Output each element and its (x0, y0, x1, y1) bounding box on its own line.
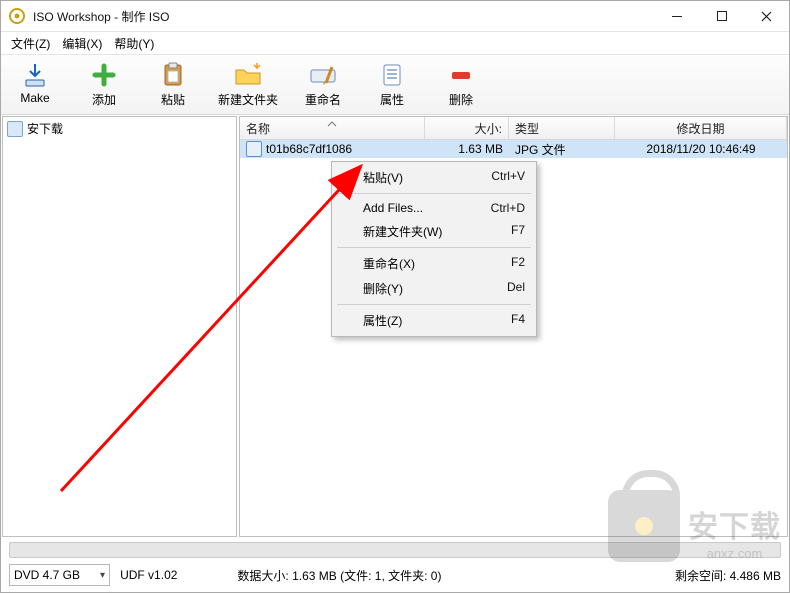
disc-select[interactable]: DVD 4.7 GB ▾ (9, 564, 110, 586)
file-list: 名称 大小: 类型 修改日期 (239, 116, 788, 537)
col-size-label: 大小: (475, 120, 502, 137)
col-date[interactable]: 修改日期 (615, 117, 787, 139)
col-type[interactable]: 类型 (509, 117, 615, 139)
body: 安下载 名称 大小: 类型 修改日期 (1, 115, 789, 538)
close-button[interactable] (744, 1, 789, 31)
minimize-button[interactable] (654, 1, 699, 31)
ctx-rename[interactable]: 重命名(X) F2 (335, 251, 533, 276)
delete-icon (431, 61, 491, 89)
data-size-label: 数据大小: 1.63 MB (文件: 1, 文件夹: 0) (237, 567, 441, 584)
disc-selected: DVD 4.7 GB (14, 568, 80, 582)
ctx-paste[interactable]: 粘贴(V) Ctrl+V (335, 165, 533, 190)
properties-label: 属性 (362, 91, 422, 108)
file-name: t01b68c7df1086 (266, 142, 352, 156)
col-name-label: 名称 (246, 120, 270, 137)
column-headers: 名称 大小: 类型 修改日期 (240, 117, 787, 140)
add-label: 添加 (74, 91, 134, 108)
app-icon (9, 8, 25, 24)
col-name[interactable]: 名称 (240, 117, 425, 139)
make-button[interactable]: Make (1, 55, 70, 114)
file-type: JPG 文件 (509, 141, 615, 158)
table-row[interactable]: t01b68c7df1086 1.63 MB JPG 文件 2018/11/20… (240, 140, 787, 158)
menu-edit[interactable]: 编辑(X) (56, 33, 108, 54)
tree-root[interactable]: 安下载 (5, 119, 234, 138)
disc-icon (7, 121, 23, 137)
file-rows: t01b68c7df1086 1.63 MB JPG 文件 2018/11/20… (240, 140, 787, 536)
new-folder-icon (212, 61, 284, 89)
ctx-new-folder[interactable]: 新建文件夹(W) F7 (335, 219, 533, 244)
delete-button[interactable]: 删除 (427, 55, 496, 114)
sort-asc-icon (327, 116, 337, 130)
window-title: ISO Workshop - 制作 ISO (33, 8, 169, 25)
separator (337, 193, 531, 194)
filesystem-label: UDF v1.02 (120, 568, 177, 582)
paste-label: 粘贴 (143, 91, 203, 108)
app-window: ISO Workshop - 制作 ISO 文件(Z) 编辑(X) 帮助(Y) … (0, 0, 790, 593)
progress-bar (9, 542, 781, 558)
properties-button[interactable]: 属性 (358, 55, 427, 114)
separator (337, 304, 531, 305)
make-label: Make (5, 91, 65, 105)
delete-label: 删除 (431, 91, 491, 108)
add-button[interactable]: 添加 (70, 55, 139, 114)
paste-button[interactable]: 粘贴 (139, 55, 208, 114)
separator (337, 247, 531, 248)
rename-label: 重命名 (293, 91, 353, 108)
file-date: 2018/11/20 10:46:49 (615, 142, 787, 156)
status-bar: DVD 4.7 GB ▾ UDF v1.02 数据大小: 1.63 MB (文件… (1, 560, 789, 592)
file-icon (246, 141, 262, 157)
ctx-add-files[interactable]: Add Files... Ctrl+D (335, 197, 533, 219)
menu-help[interactable]: 帮助(Y) (108, 33, 160, 54)
chevron-down-icon: ▾ (100, 570, 105, 581)
maximize-button[interactable] (699, 1, 744, 31)
rename-icon (293, 61, 353, 89)
folder-tree[interactable]: 安下载 (2, 116, 237, 537)
tree-root-label: 安下载 (27, 120, 63, 137)
clipboard-icon (143, 61, 203, 89)
free-space-label: 剩余空间: 4.486 MB (675, 567, 781, 584)
menu-file[interactable]: 文件(Z) (5, 33, 56, 54)
properties-icon (362, 61, 422, 89)
menu-bar: 文件(Z) 编辑(X) 帮助(Y) (1, 32, 789, 54)
new-folder-label: 新建文件夹 (212, 91, 284, 108)
col-size[interactable]: 大小: (425, 117, 509, 139)
toolbar: Make 添加 粘贴 新建文件夹 (1, 54, 789, 115)
ctx-delete[interactable]: 删除(Y) Del (335, 276, 533, 301)
ctx-properties[interactable]: 属性(Z) F4 (335, 308, 533, 333)
rename-button[interactable]: 重命名 (289, 55, 358, 114)
plus-icon (74, 61, 134, 89)
col-type-label: 类型 (515, 120, 539, 137)
title-bar: ISO Workshop - 制作 ISO (1, 1, 789, 32)
file-size: 1.63 MB (425, 142, 509, 156)
col-date-label: 修改日期 (676, 120, 724, 137)
context-menu: 粘贴(V) Ctrl+V Add Files... Ctrl+D 新建文件夹(W… (331, 161, 537, 337)
make-icon (5, 61, 65, 89)
new-folder-button[interactable]: 新建文件夹 (208, 55, 289, 114)
progress-area (1, 538, 789, 560)
